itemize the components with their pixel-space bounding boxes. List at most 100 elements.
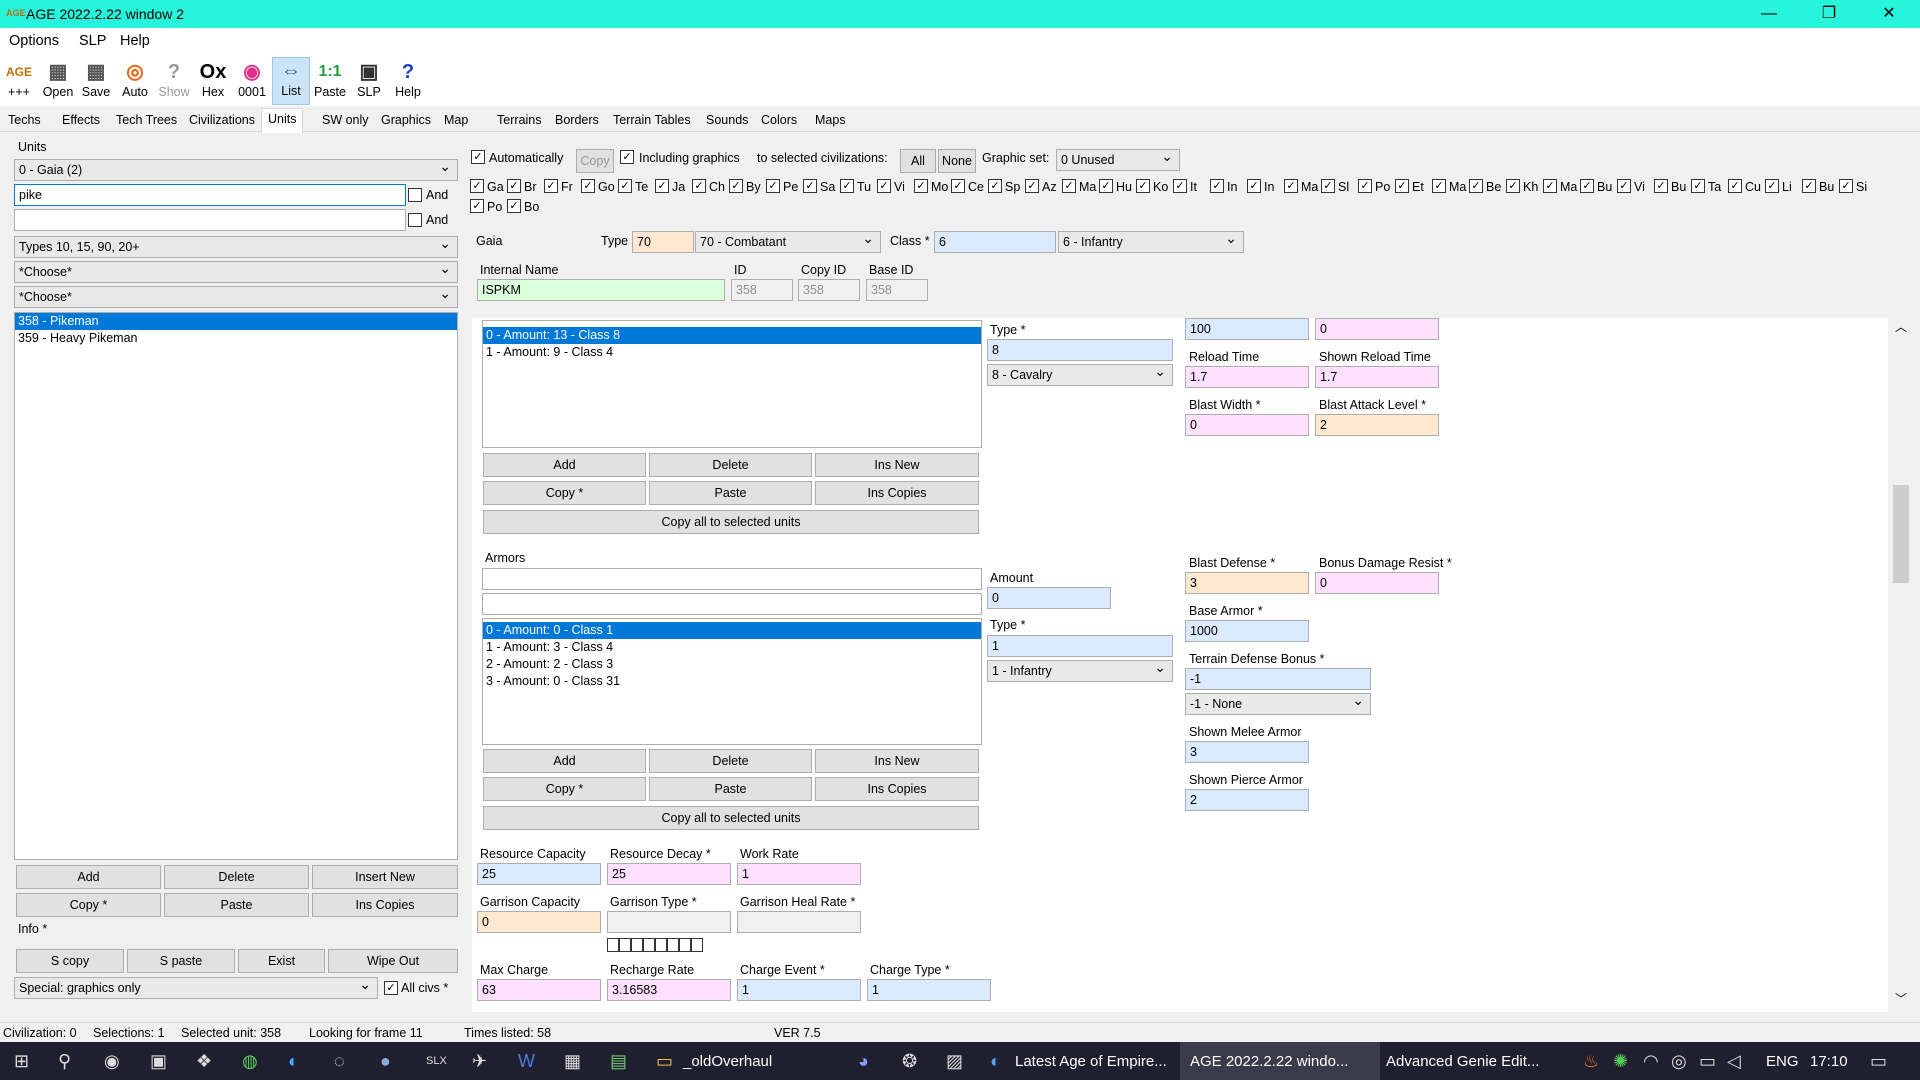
garrison-type-checkbox[interactable] xyxy=(679,938,691,952)
charge-event-field[interactable]: 1 xyxy=(737,979,861,1001)
armor-type-select[interactable]: 1 - Infantry xyxy=(987,660,1173,682)
windows-start-icon[interactable]: ⊞ xyxy=(14,1051,29,1072)
garrison-type-checkbox[interactable] xyxy=(667,938,679,952)
toolbar-slp-button[interactable]: ▣ SLP xyxy=(350,59,388,99)
toolbar-auto-button[interactable]: ◎ Auto xyxy=(116,59,154,99)
resource-capacity-field[interactable]: 25 xyxy=(477,863,601,885)
armor-add-button[interactable]: Add xyxy=(483,749,646,773)
app-icon-7[interactable]: ▨ xyxy=(946,1051,963,1072)
filter-select-1[interactable]: *Choose* xyxy=(14,261,458,283)
list-item[interactable]: 0 - Amount: 0 - Class 1 xyxy=(483,622,981,639)
taskbar-age2[interactable]: Advanced Genie Edit... xyxy=(1386,1053,1539,1070)
s-copy-button[interactable]: S copy xyxy=(16,949,124,973)
type-field[interactable]: 70 xyxy=(632,231,694,253)
select-all-civs-button[interactable]: All xyxy=(900,149,936,173)
notepad-icon[interactable]: ▤ xyxy=(610,1051,627,1072)
civ-checkbox[interactable]: ✓ xyxy=(1691,179,1705,193)
civ-checkbox[interactable]: ✓ xyxy=(914,179,928,193)
toolbar-list-button[interactable]: ⇔ List xyxy=(272,57,310,105)
automatically-checkbox[interactable]: ✓ xyxy=(471,150,485,164)
exclude-search-input[interactable] xyxy=(14,209,406,231)
civ-checkbox[interactable]: ✓ xyxy=(1099,179,1113,193)
minimize-button[interactable]: — xyxy=(1746,2,1792,26)
attack-copy-button[interactable]: Copy * xyxy=(483,481,646,505)
civ-checkbox[interactable]: ✓ xyxy=(951,179,965,193)
tab-maps[interactable]: Maps xyxy=(809,110,852,132)
civ-checkbox[interactable]: ✓ xyxy=(840,179,854,193)
armor-type-field[interactable]: 1 xyxy=(987,635,1173,657)
civ-select[interactable]: 0 - Gaia (2) xyxy=(14,159,458,181)
paste-unit-button[interactable]: Paste xyxy=(164,893,309,917)
copy-graphics-button[interactable]: Copy xyxy=(576,149,614,173)
armor-exclude-input[interactable] xyxy=(482,593,982,615)
search-input[interactable]: pike xyxy=(14,184,406,206)
copy-unit-button[interactable]: Copy * xyxy=(16,893,161,917)
garrison-type-checkbox[interactable] xyxy=(643,938,655,952)
charge-type-field[interactable]: 1 xyxy=(867,979,991,1001)
calculator-icon[interactable]: ▦ xyxy=(564,1051,581,1072)
edge-icon-2[interactable]: ◐ xyxy=(990,1051,1001,1072)
list-item[interactable]: 0 - Amount: 13 - Class 8 xyxy=(483,327,981,344)
civ-checkbox[interactable]: ✓ xyxy=(1284,179,1298,193)
insert-new-unit-button[interactable]: Insert New xyxy=(312,865,458,889)
civ-checkbox[interactable]: ✓ xyxy=(766,179,780,193)
app-icon-3[interactable]: ❖ xyxy=(196,1051,212,1072)
armor-amount-field[interactable]: 0 xyxy=(987,587,1111,609)
list-item[interactable]: 1 - Amount: 9 - Class 4 xyxy=(483,344,981,361)
civ-checkbox[interactable]: ✓ xyxy=(1654,179,1668,193)
civ-checkbox[interactable]: ✓ xyxy=(692,179,706,193)
razer-icon[interactable]: ✺ xyxy=(1613,1051,1628,1072)
folder-icon[interactable]: ▭ xyxy=(656,1051,673,1072)
exist-button[interactable]: Exist xyxy=(238,949,325,973)
search-icon[interactable]: ⚲ xyxy=(58,1051,71,1072)
civ-checkbox[interactable]: ✓ xyxy=(1432,179,1446,193)
list-item[interactable]: 3 - Amount: 0 - Class 31 xyxy=(483,673,981,690)
shown-pierce-armor-field[interactable]: 2 xyxy=(1185,789,1309,811)
civ-checkbox[interactable]: ✓ xyxy=(1247,179,1261,193)
delete-unit-button[interactable]: Delete xyxy=(164,865,309,889)
edge-icon[interactable]: ◐ xyxy=(288,1051,299,1072)
all-civs-checkbox[interactable]: ✓ xyxy=(384,981,398,995)
toolbar-paste-button[interactable]: 1:1 Paste xyxy=(311,59,349,99)
terrain-defense-bonus-field[interactable]: -1 xyxy=(1185,668,1371,690)
armor-ins-copies-button[interactable]: Ins Copies xyxy=(815,777,979,801)
civ-checkbox[interactable]: ✓ xyxy=(729,179,743,193)
civ-checkbox[interactable]: ✓ xyxy=(1580,179,1594,193)
tab-units[interactable]: Units xyxy=(261,108,304,133)
menu-slp[interactable]: SLP xyxy=(79,33,106,49)
civ-checkbox[interactable]: ✓ xyxy=(470,199,484,213)
filter-select-2[interactable]: *Choose* xyxy=(14,286,458,308)
bonus-damage-resist-field[interactable]: 0 xyxy=(1315,572,1439,594)
s-paste-button[interactable]: S paste xyxy=(127,949,235,973)
tab-tech-trees[interactable]: Tech Trees xyxy=(110,110,183,132)
attack-ins-new-button[interactable]: Ins New xyxy=(815,453,979,477)
list-item[interactable]: 359 - Heavy Pikeman xyxy=(15,330,457,347)
maximize-button[interactable]: ❐ xyxy=(1806,2,1852,26)
civ-checkbox[interactable]: ✓ xyxy=(988,179,1002,193)
menu-help[interactable]: Help xyxy=(120,33,150,49)
internal-name-field[interactable]: ISPKM xyxy=(477,279,725,301)
tab-sw-only[interactable]: SW only xyxy=(316,110,375,132)
tab-colors[interactable]: Colors xyxy=(755,110,803,132)
civ-checkbox[interactable]: ✓ xyxy=(507,179,521,193)
discord-icon[interactable]: ◕ xyxy=(858,1051,869,1072)
attack-type-field[interactable]: 8 xyxy=(987,339,1173,361)
armor-copy-all-button[interactable]: Copy all to selected units xyxy=(483,806,979,830)
armor-paste-button[interactable]: Paste xyxy=(649,777,812,801)
attack-value-field-2[interactable]: 0 xyxy=(1315,318,1439,340)
attack-paste-button[interactable]: Paste xyxy=(649,481,812,505)
class-field[interactable]: 6 xyxy=(934,231,1056,253)
garrison-type-checkbox[interactable] xyxy=(607,938,619,952)
battery-icon[interactable]: ▭ xyxy=(1699,1051,1716,1072)
flame-icon[interactable]: ♨ xyxy=(1583,1051,1599,1072)
tab-civilizations[interactable]: Civilizations xyxy=(183,110,261,132)
civ-checkbox[interactable]: ✓ xyxy=(803,179,817,193)
and-checkbox-1[interactable] xyxy=(408,188,422,202)
clock[interactable]: 17:10 xyxy=(1810,1053,1848,1070)
garrison-type-checkbox[interactable] xyxy=(631,938,643,952)
civ-checkbox[interactable]: ✓ xyxy=(1543,179,1557,193)
select-no-civs-button[interactable]: None xyxy=(938,149,976,173)
type-select[interactable]: 70 - Combatant xyxy=(695,231,881,253)
special-select[interactable]: Special: graphics only xyxy=(14,977,378,999)
toolbar-open-button[interactable]: ▦ Open xyxy=(39,59,77,99)
